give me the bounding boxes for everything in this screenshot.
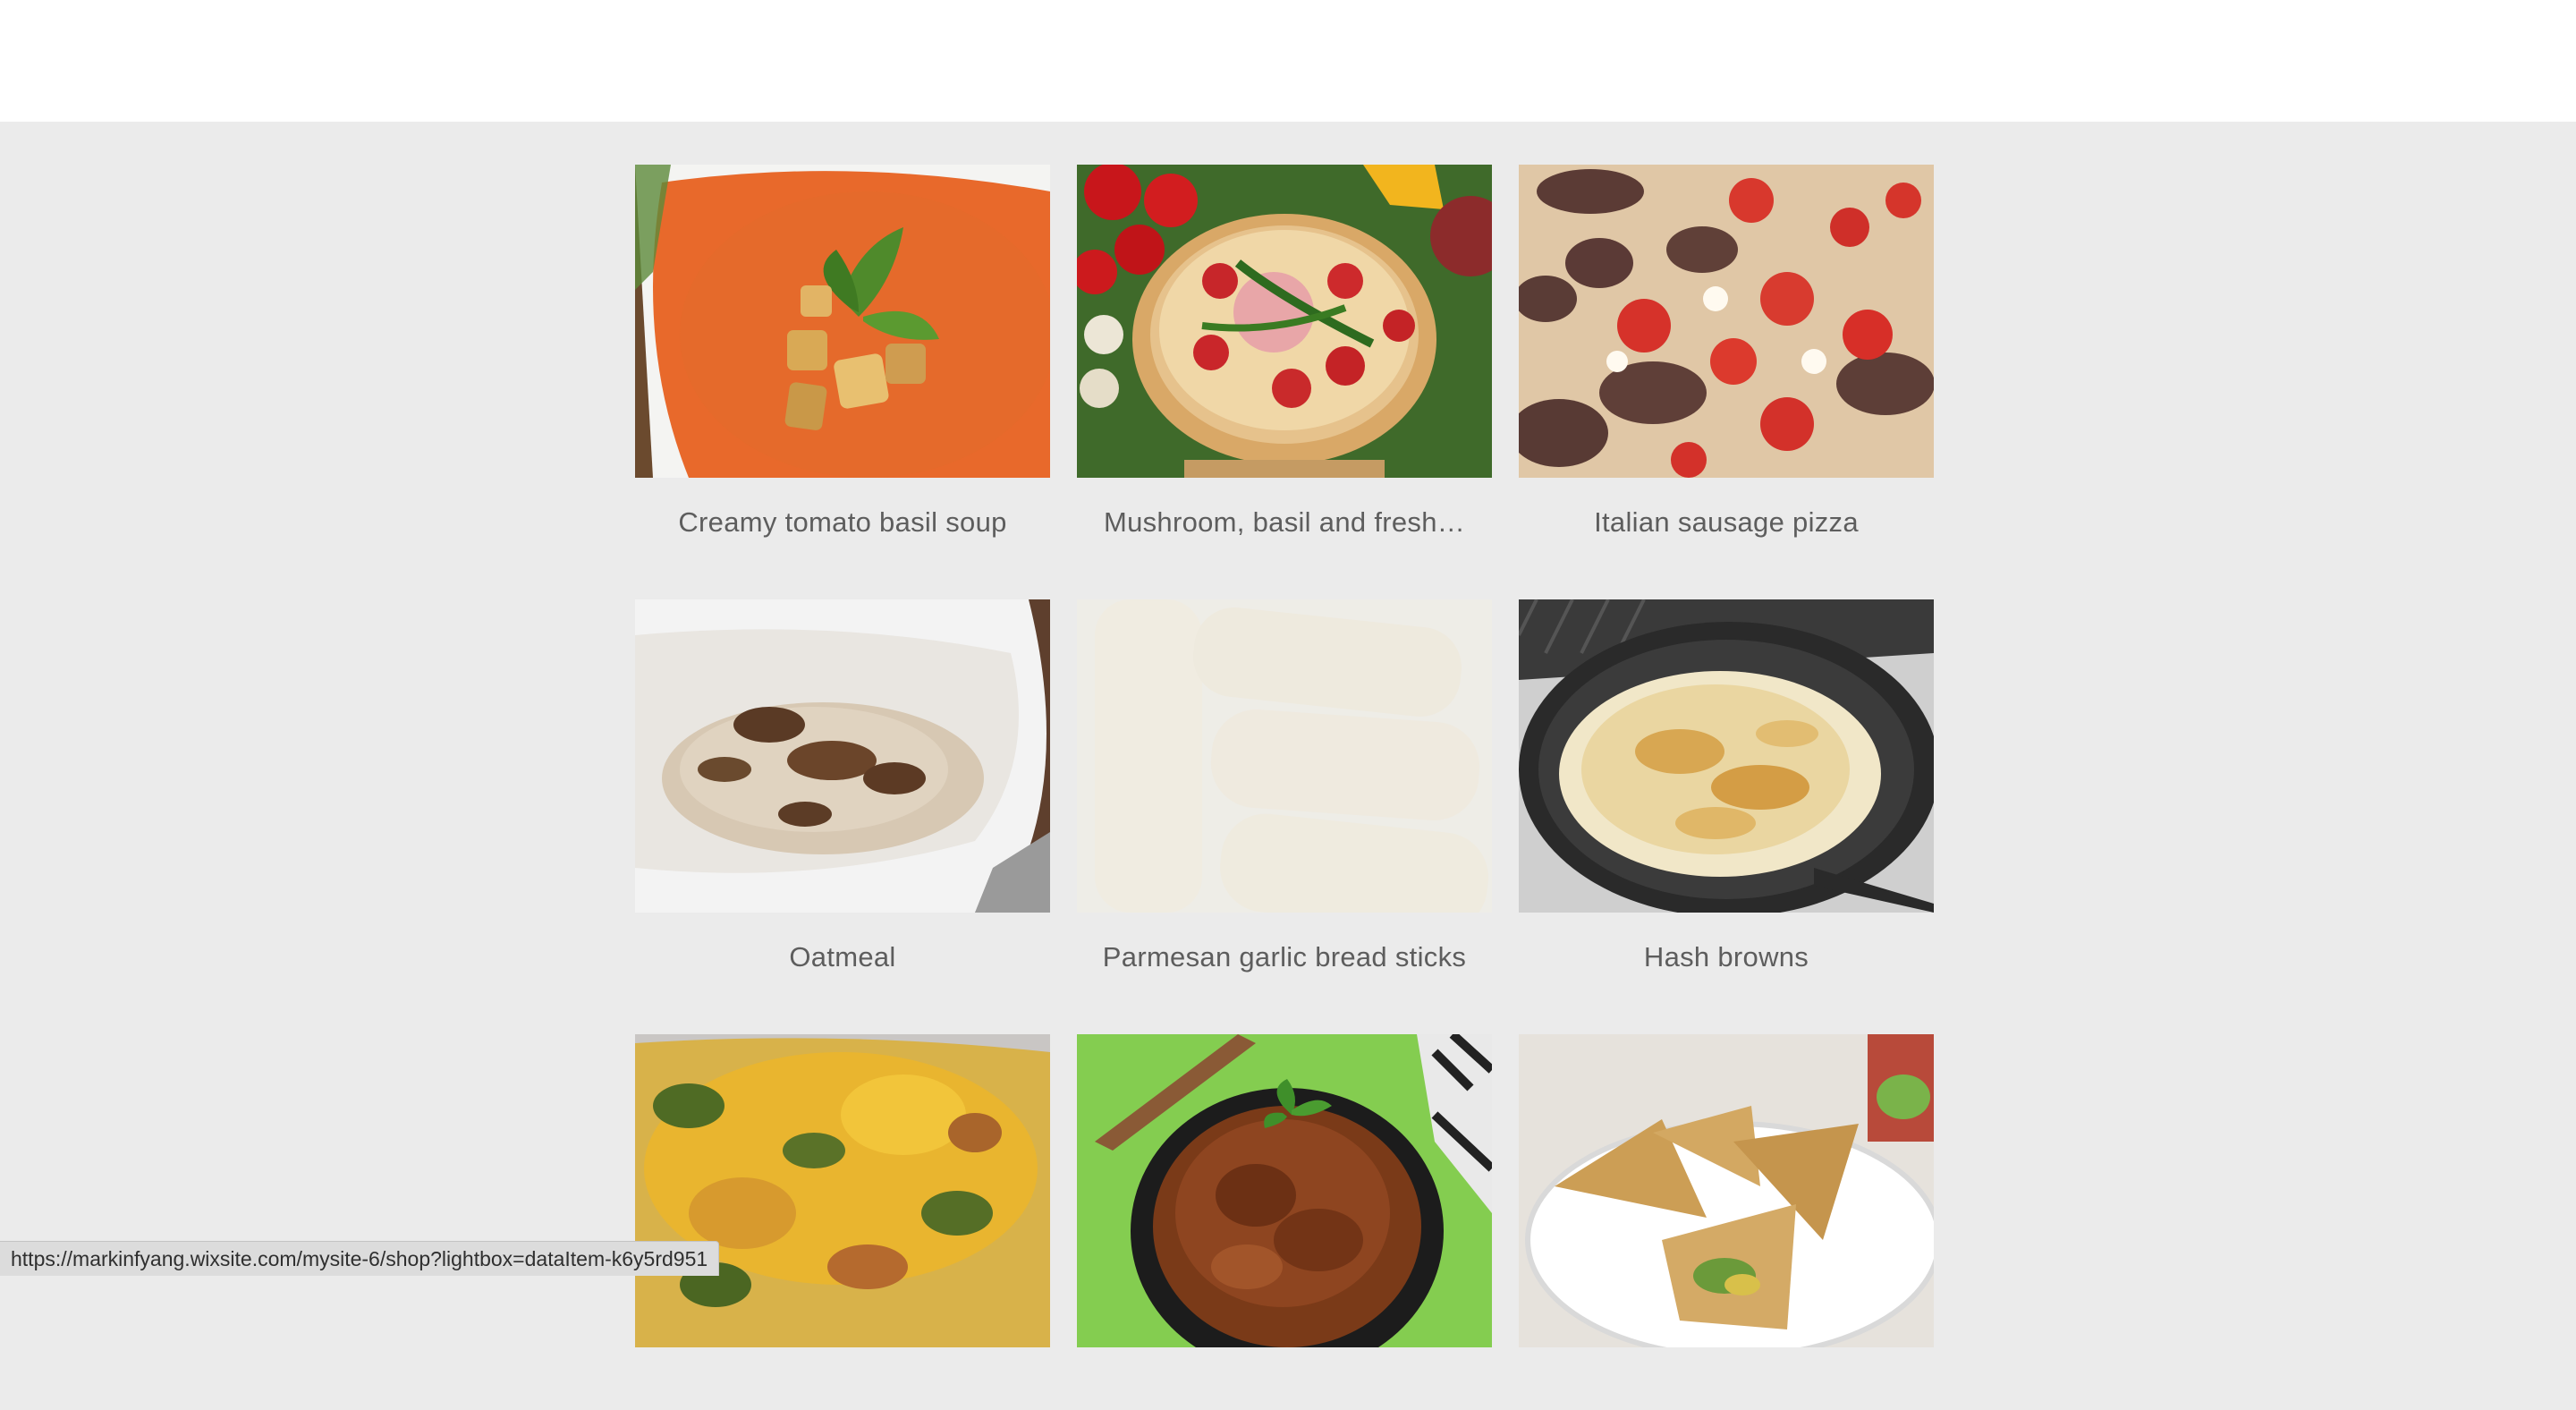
- hash-browns-photo[interactable]: [1519, 599, 1934, 913]
- status-bar-url: https://markinfyang.wixsite.com/mysite-6…: [0, 1241, 719, 1276]
- item-title[interactable]: Italian sausage pizza: [1530, 505, 1923, 540]
- gallery-item[interactable]: Mushroom, basil and fresh…: [1077, 165, 1492, 540]
- gallery-item[interactable]: Hash browns: [1519, 599, 1934, 975]
- bread-sticks-photo[interactable]: [1077, 599, 1492, 913]
- egg-casserole-photo[interactable]: [635, 1034, 1050, 1347]
- item-title[interactable]: Mushroom, basil and fresh…: [1088, 505, 1481, 540]
- oatmeal-photo[interactable]: [635, 599, 1050, 913]
- item-title[interactable]: Creamy tomato basil soup: [646, 505, 1039, 540]
- gallery-item[interactable]: Creamy tomato basil soup: [635, 165, 1050, 540]
- item-title[interactable]: [1088, 1374, 1481, 1410]
- tomato-soup-photo[interactable]: [635, 165, 1050, 478]
- gallery-item[interactable]: Oatmeal: [635, 599, 1050, 975]
- item-title[interactable]: [1530, 1374, 1923, 1410]
- item-title[interactable]: Hash browns: [1530, 939, 1923, 975]
- gallery-item[interactable]: [635, 1034, 1050, 1410]
- gallery-item[interactable]: [1077, 1034, 1492, 1410]
- curry-photo[interactable]: [1077, 1034, 1492, 1347]
- gallery-item[interactable]: [1519, 1034, 1934, 1410]
- pizza-photo[interactable]: [1077, 165, 1492, 478]
- product-gallery: Creamy tomato basil soup: [635, 165, 1934, 1410]
- site-header: [0, 0, 2576, 122]
- item-title[interactable]: [646, 1374, 1039, 1410]
- item-title[interactable]: Oatmeal: [646, 939, 1039, 975]
- samosa-photo[interactable]: [1519, 1034, 1934, 1347]
- item-title[interactable]: Parmesan garlic bread sticks: [1088, 939, 1481, 975]
- gallery-item[interactable]: Parmesan garlic bread sticks: [1077, 599, 1492, 975]
- gallery-item[interactable]: Italian sausage pizza: [1519, 165, 1934, 540]
- sausage-pizza-photo[interactable]: [1519, 165, 1934, 478]
